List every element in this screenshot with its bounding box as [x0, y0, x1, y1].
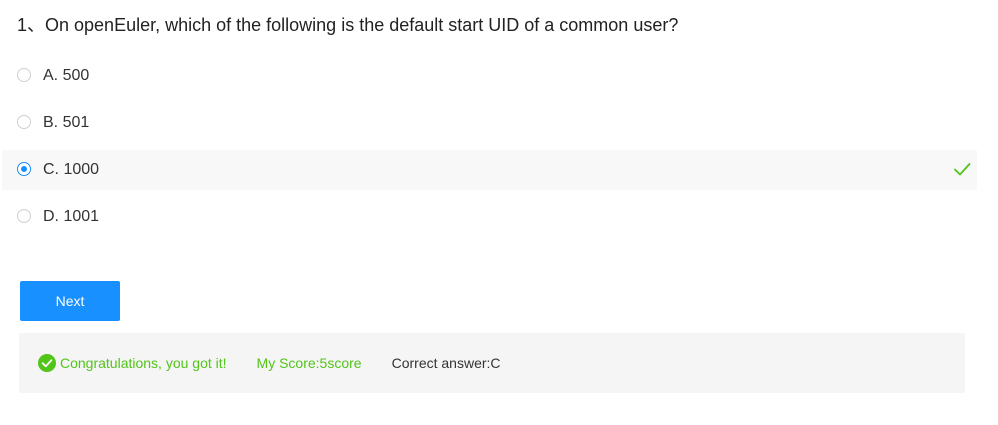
result-panel: Congratulations, you got it! My Score:5s…	[19, 333, 965, 393]
question-text: 1、On openEuler, which of the following i…	[17, 15, 679, 35]
option-c-label: C. 1000	[43, 161, 100, 178]
result-success: Congratulations, you got it!	[38, 354, 227, 372]
options-list: A. 500 B. 501 C. 1000 D. 1001	[2, 56, 977, 244]
score-text: My Score:5score	[256, 355, 362, 371]
result-message: Congratulations, you got it!	[60, 355, 227, 371]
correct-answer-text: Correct answer:C	[391, 355, 501, 371]
radio-a[interactable]	[17, 68, 31, 82]
option-b-label: B. 501	[43, 114, 90, 131]
option-c[interactable]: C. 1000	[2, 150, 977, 190]
radio-d[interactable]	[17, 209, 31, 223]
option-b[interactable]: B. 501	[2, 103, 977, 143]
option-d[interactable]: D. 1001	[2, 197, 977, 237]
radio-c[interactable]	[17, 162, 31, 176]
check-circle-icon	[38, 354, 56, 372]
option-a-label: A. 500	[43, 67, 90, 84]
option-d-label: D. 1001	[43, 208, 100, 225]
option-a[interactable]: A. 500	[2, 56, 977, 96]
next-button[interactable]: Next	[20, 281, 120, 321]
check-icon	[954, 163, 971, 176]
radio-b[interactable]	[17, 115, 31, 129]
